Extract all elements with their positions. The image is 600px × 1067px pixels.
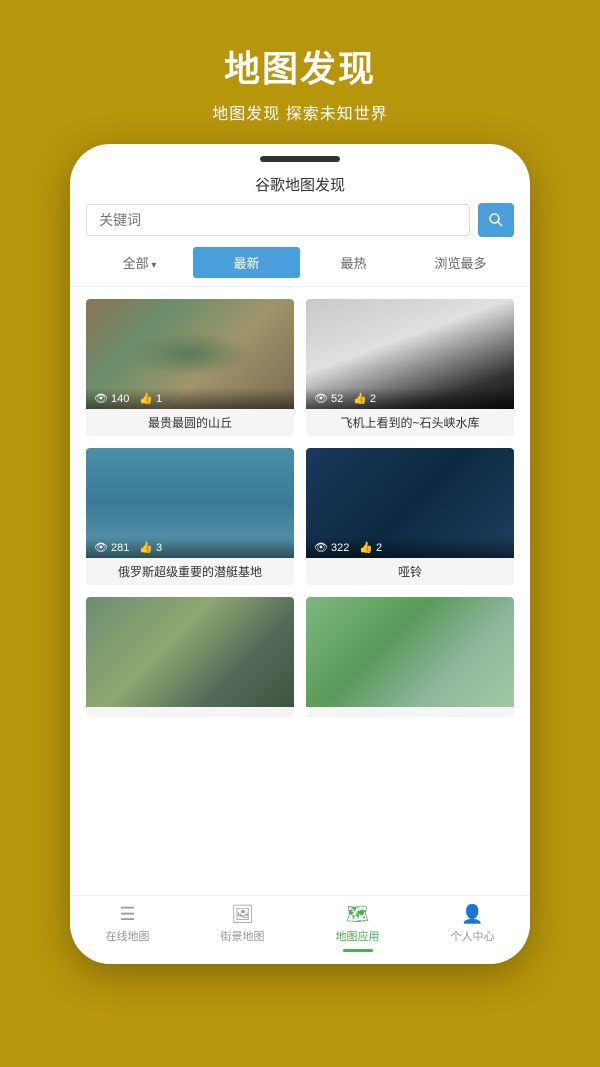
nav-label-profile: 个人中心 — [451, 928, 495, 944]
card-1-stats: 👁 140 👍 1 — [86, 388, 294, 409]
card-2-likes: 👍 2 — [353, 392, 376, 405]
card-4-stats: 👁 322 👍 2 — [306, 537, 514, 558]
content-area: 👁 140 👍 1 最贵最圆的山丘 👁 52 👍 2 飞机上看到的~ — [70, 287, 530, 895]
card-4-views: 👁 322 — [314, 541, 349, 554]
nav-icon-map-apps: 🗺 — [346, 904, 369, 925]
card-5-image — [86, 597, 294, 707]
bottom-nav: ☰ 在线地图 🖼 街景地图 🗺 地图应用 👤 个人中心 — [70, 895, 530, 964]
nav-item-street-view[interactable]: 🖼 街景地图 — [185, 904, 300, 952]
card-2-views: 👁 52 — [314, 392, 343, 405]
card-6-title — [306, 707, 514, 717]
card-1[interactable]: 👁 140 👍 1 最贵最圆的山丘 — [86, 299, 294, 436]
filter-tab-hot[interactable]: 最热 — [300, 247, 407, 278]
nav-label-street: 街景地图 — [221, 928, 265, 944]
nav-label-map-apps: 地图应用 — [336, 928, 380, 944]
nav-icon-street: 🖼 — [231, 904, 254, 925]
cards-grid: 👁 140 👍 1 最贵最圆的山丘 👁 52 👍 2 飞机上看到的~ — [86, 299, 514, 717]
search-input[interactable] — [86, 204, 470, 236]
card-2[interactable]: 👁 52 👍 2 飞机上看到的~石头峡水库 — [306, 299, 514, 436]
nav-label-online: 在线地图 — [106, 928, 150, 944]
filter-tab-newest[interactable]: 最新 — [193, 247, 300, 278]
card-1-views: 👁 140 — [94, 392, 129, 405]
nav-item-online-map[interactable]: ☰ 在线地图 — [70, 904, 185, 952]
nav-icon-online: ☰ — [119, 904, 135, 925]
page-subtitle: 地图发现 探索未知世界 — [212, 100, 387, 124]
card-6[interactable] — [306, 597, 514, 717]
page-header: 地图发现 地图发现 探索未知世界 — [192, 0, 407, 144]
nav-icon-profile: 👤 — [461, 904, 483, 925]
card-2-title: 飞机上看到的~石头峡水库 — [306, 409, 514, 436]
card-1-title: 最贵最圆的山丘 — [86, 409, 294, 436]
card-3-title: 俄罗斯超级重要的潜艇基地 — [86, 558, 294, 585]
card-2-image: 👁 52 👍 2 — [306, 299, 514, 409]
search-icon — [488, 212, 504, 228]
card-6-image — [306, 597, 514, 707]
card-3-image: 👁 281 👍 3 — [86, 448, 294, 558]
card-5-title — [86, 707, 294, 717]
card-3-stats: 👁 281 👍 3 — [86, 537, 294, 558]
nav-item-map-apps[interactable]: 🗺 地图应用 — [300, 904, 415, 952]
card-4-likes: 👍 2 — [359, 541, 382, 554]
card-3-likes: 👍 3 — [139, 541, 162, 554]
nav-item-profile[interactable]: 👤 个人中心 — [415, 904, 530, 952]
card-5[interactable] — [86, 597, 294, 717]
phone-inner: 谷歌地图发现 全部 最新 最热 浏览最多 — [70, 162, 530, 964]
search-bar — [70, 203, 530, 247]
card-3-views: 👁 281 — [94, 541, 129, 554]
search-button[interactable] — [478, 203, 514, 237]
card-1-likes: 👍 1 — [139, 392, 162, 405]
nav-active-indicator — [343, 949, 373, 952]
app-bar: 谷歌地图发现 — [70, 162, 530, 203]
card-3[interactable]: 👁 281 👍 3 俄罗斯超级重要的潜艇基地 — [86, 448, 294, 585]
phone-mockup: 谷歌地图发现 全部 最新 最热 浏览最多 — [70, 144, 530, 964]
card-1-image: 👁 140 👍 1 — [86, 299, 294, 409]
card-2-stats: 👁 52 👍 2 — [306, 388, 514, 409]
card-4-image: 👁 322 👍 2 — [306, 448, 514, 558]
filter-tab-most-viewed[interactable]: 浏览最多 — [407, 247, 514, 278]
card-4-title: 哑铃 — [306, 558, 514, 585]
filter-tabs: 全部 最新 最热 浏览最多 — [70, 247, 530, 287]
page-title: 地图发现 — [212, 40, 387, 92]
card-4[interactable]: 👁 322 👍 2 哑铃 — [306, 448, 514, 585]
filter-tab-all[interactable]: 全部 — [86, 247, 193, 278]
